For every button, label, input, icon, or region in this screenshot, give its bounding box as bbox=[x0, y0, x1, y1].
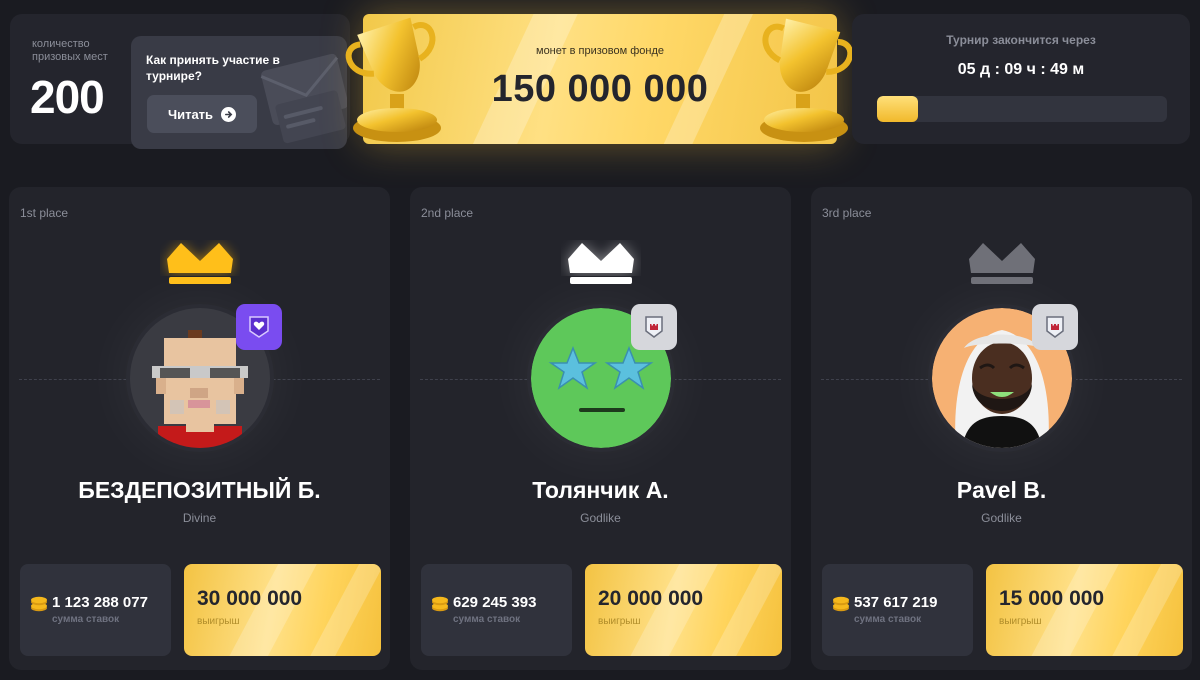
bets-sum-value: 537 617 219 bbox=[854, 594, 938, 611]
bets-sum-value: 629 245 393 bbox=[453, 594, 537, 611]
read-button-label: Читать bbox=[167, 106, 214, 122]
player-name: Pavel B. bbox=[956, 477, 1047, 503]
podium-card-second: 2nd place Толянчик А. Godlike 629 245 39… bbox=[410, 187, 791, 670]
how-to-text: Как принять участие в турнире? bbox=[146, 53, 280, 83]
timer-progress-fill bbox=[877, 96, 918, 122]
crown-icon bbox=[166, 243, 233, 284]
arrow-right-icon bbox=[221, 106, 237, 122]
player-rank: Godlike bbox=[981, 511, 1022, 525]
winnings-label: выигрыш bbox=[197, 616, 240, 627]
timer-value: 05 д : 09 ч : 49 м bbox=[957, 61, 1085, 78]
winnings-label: выигрыш bbox=[598, 616, 641, 627]
player-avatar[interactable] bbox=[927, 304, 1078, 452]
how-to-participate-card[interactable]: Как принять участие в турнире? Читать bbox=[131, 36, 347, 149]
winnings-box: 20 000 000 выигрыш bbox=[585, 564, 782, 656]
trophy-icon bbox=[345, 17, 441, 142]
bets-sum-label: сумма ставок bbox=[453, 614, 521, 625]
bets-sum-box: 537 617 219 сумма ставок bbox=[822, 564, 973, 656]
bets-sum-box: 1 123 288 077 сумма ставок bbox=[20, 564, 171, 656]
prize-places-label: количество призовых мест bbox=[32, 38, 108, 63]
player-rank: Divine bbox=[182, 511, 217, 525]
bets-sum-value: 1 123 288 077 bbox=[52, 594, 148, 611]
winnings-value: 20 000 000 bbox=[598, 587, 704, 610]
winnings-box: 30 000 000 выигрыш bbox=[184, 564, 381, 656]
player-name: БЕЗДЕПОЗИТНЫЙ Б. bbox=[78, 477, 321, 503]
trophy-icon bbox=[760, 18, 854, 142]
winnings-label: выигрыш bbox=[999, 616, 1042, 627]
player-avatar[interactable] bbox=[125, 304, 282, 452]
timer-progress-bar bbox=[877, 96, 1167, 122]
player-avatar[interactable] bbox=[526, 304, 677, 452]
godlike-castle-badge-icon bbox=[1031, 304, 1078, 350]
timer-label: Турнир закончится через bbox=[946, 33, 1096, 47]
bets-sum-label: сумма ставок bbox=[52, 614, 120, 625]
prize-places-value: 200 bbox=[30, 71, 105, 123]
prize-places-card: количество призовых мест 200 Как принять… bbox=[10, 14, 350, 149]
place-label: 3rd place bbox=[822, 206, 872, 220]
podium-card-third: 3rd place Pavel B. Godlike 537 617 219 с… bbox=[811, 187, 1192, 670]
winnings-box: 15 000 000 выигрыш bbox=[986, 564, 1183, 656]
winnings-value: 30 000 000 bbox=[197, 587, 303, 610]
coin-stack-icon bbox=[432, 596, 448, 612]
bets-sum-box: 629 245 393 сумма ставок bbox=[421, 564, 572, 656]
divine-heart-badge-icon bbox=[235, 304, 282, 350]
winnings-value: 15 000 000 bbox=[999, 587, 1105, 610]
tournament-timer-card: Турнир закончится через 05 д : 09 ч : 49… bbox=[852, 14, 1190, 144]
godlike-castle-badge-icon bbox=[630, 304, 677, 350]
read-button[interactable]: Читать bbox=[147, 95, 257, 133]
place-label: 1st place bbox=[20, 206, 69, 220]
player-name: Толянчик А. bbox=[532, 477, 669, 503]
coin-stack-icon bbox=[31, 596, 47, 612]
crown-icon bbox=[968, 243, 1035, 284]
player-rank: Godlike bbox=[580, 511, 621, 525]
podium-card-first: 1st place БЕЗДЕПОЗИТНЫЙ Б. Divine 1 123 … bbox=[9, 187, 390, 670]
coin-stack-icon bbox=[833, 596, 849, 612]
crown-icon bbox=[567, 243, 634, 284]
bets-sum-label: сумма ставок bbox=[854, 614, 922, 625]
place-label: 2nd place bbox=[421, 206, 474, 220]
